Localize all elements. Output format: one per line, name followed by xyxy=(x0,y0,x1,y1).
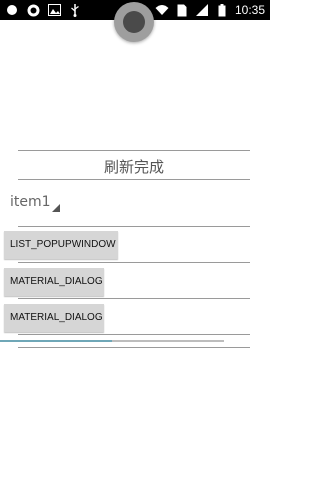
signal-icon xyxy=(195,3,209,17)
divider xyxy=(18,226,250,227)
status-bar-left xyxy=(5,3,82,17)
divider xyxy=(18,150,250,151)
divider xyxy=(18,334,250,335)
material-dialog-button[interactable]: MATERIAL_DIALOG xyxy=(4,268,104,296)
progress-bar-fill xyxy=(0,340,112,342)
refresh-status-text: 刷新完成 xyxy=(103,158,164,176)
divider xyxy=(18,347,250,348)
spinner-selected-value: item1 xyxy=(10,194,51,210)
list-popupwindow-button[interactable]: LIST_POPUPWINDOW xyxy=(4,231,118,259)
material-dialog-button-2[interactable]: MATERIAL_DIALOG xyxy=(4,304,104,332)
wifi-icon xyxy=(155,3,169,17)
battery-icon xyxy=(215,3,229,17)
divider xyxy=(18,262,250,263)
app-icon xyxy=(26,3,40,17)
progress-bar xyxy=(0,340,224,342)
status-bar-right: 10:35 xyxy=(135,3,265,17)
sim-icon xyxy=(175,3,189,17)
refresh-indicator-center xyxy=(123,11,145,33)
notification-dot-icon xyxy=(5,3,19,17)
usb-icon xyxy=(68,3,82,17)
divider xyxy=(18,298,250,299)
clock-time: 10:35 xyxy=(234,3,265,17)
refresh-indicator-icon xyxy=(114,2,154,42)
image-icon xyxy=(47,3,61,17)
item-spinner[interactable]: item1 xyxy=(4,190,60,222)
dropdown-arrow-icon xyxy=(52,204,60,212)
divider xyxy=(18,179,250,180)
